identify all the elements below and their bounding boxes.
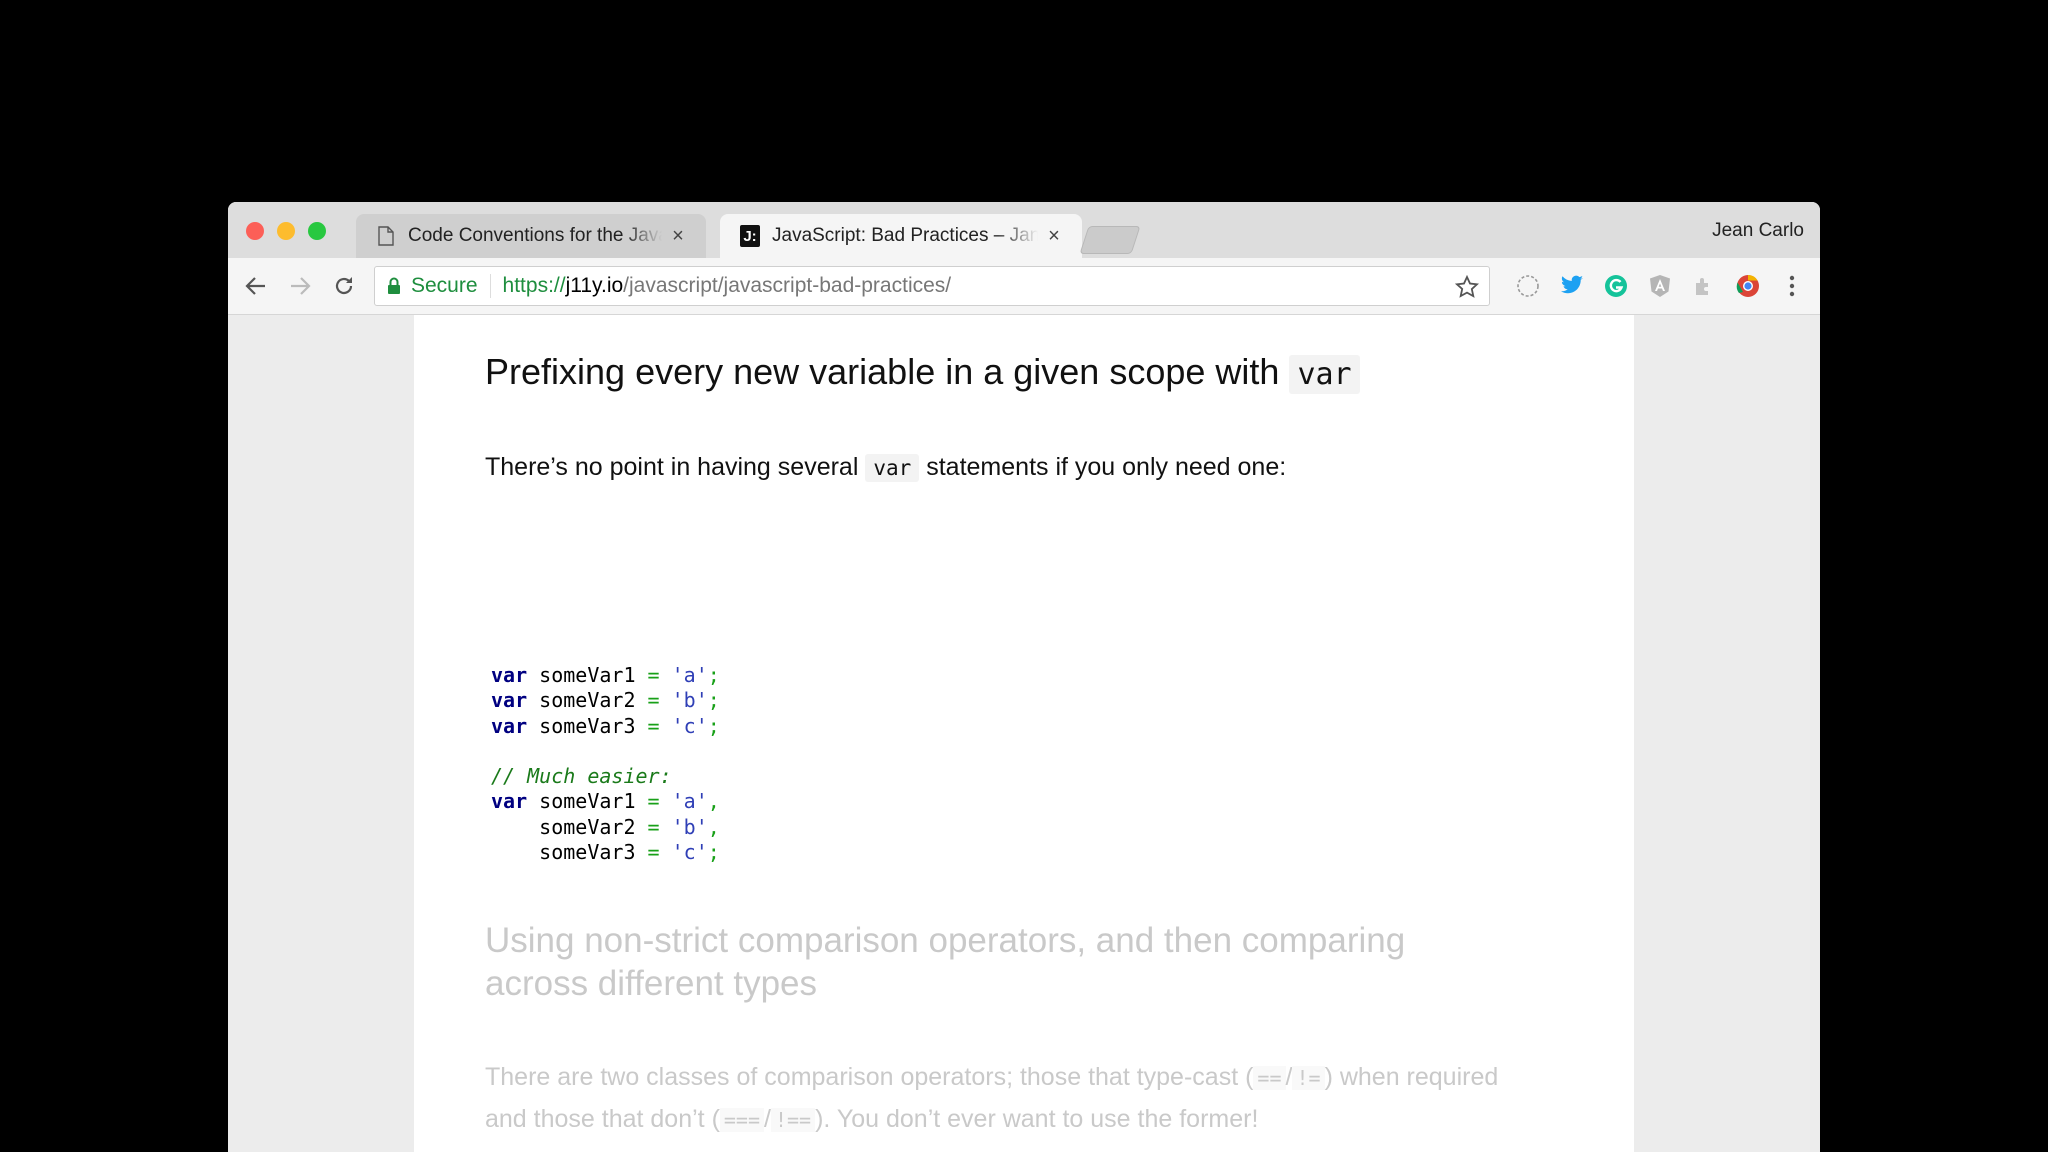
- address-bar[interactable]: Secure https://j11y.io/javascript/javasc…: [374, 266, 1490, 306]
- tab-title: Code Conventions for the JavaScript: [408, 225, 662, 246]
- j-favicon-icon: J:: [740, 225, 760, 247]
- window-minimize-button[interactable]: [277, 222, 295, 240]
- angular-icon[interactable]: [1646, 272, 1674, 300]
- page-viewport[interactable]: Prefixing every new variable in a given …: [228, 315, 1820, 1152]
- close-icon[interactable]: ×: [668, 225, 688, 248]
- more-menu-icon[interactable]: [1778, 272, 1806, 300]
- puzzle-extension-icon[interactable]: [1690, 272, 1718, 300]
- close-icon[interactable]: ×: [1044, 225, 1064, 248]
- tab-title: JavaScript: Bad Practices – Jan: [772, 225, 1038, 246]
- window-zoom-button[interactable]: [308, 222, 326, 240]
- next-section-heading: Using non-strict comparison operators, a…: [485, 921, 1406, 1003]
- profile-name[interactable]: Jean Carlo: [1712, 220, 1804, 242]
- tab-bad-practices[interactable]: J: JavaScript: Bad Practices – Jan ×: [720, 214, 1082, 258]
- circle-extension-icon[interactable]: [1514, 272, 1542, 300]
- secure-label[interactable]: Secure: [411, 274, 491, 298]
- page-content: Prefixing every new variable in a given …: [414, 315, 1634, 1152]
- section-paragraph: There’s no point in having several var s…: [485, 453, 1287, 482]
- grammarly-icon[interactable]: [1602, 272, 1630, 300]
- back-icon[interactable]: [240, 270, 272, 302]
- lock-icon[interactable]: [387, 277, 401, 295]
- new-tab-button[interactable]: [1079, 226, 1141, 254]
- code-block: var someVar1 = 'a'; var someVar2 = 'b'; …: [491, 663, 720, 865]
- tab-bar: Code Conventions for the JavaScript × J:…: [228, 202, 1820, 258]
- page-icon: [376, 225, 396, 247]
- next-section-paragraph: There are two classes of comparison oper…: [485, 1063, 1499, 1133]
- reload-icon[interactable]: [328, 270, 360, 302]
- url-text[interactable]: https://j11y.io/javascript/javascript-ba…: [491, 274, 952, 298]
- forward-icon[interactable]: [284, 270, 316, 302]
- browser-window: Code Conventions for the JavaScript × J:…: [228, 202, 1820, 1152]
- toolbar: Secure https://j11y.io/javascript/javasc…: [228, 258, 1820, 315]
- chrome-profile-icon[interactable]: [1734, 272, 1762, 300]
- bookmark-star-icon[interactable]: [1454, 274, 1480, 305]
- tab-code-conventions[interactable]: Code Conventions for the JavaScript ×: [356, 214, 706, 258]
- section-heading: Prefixing every new variable in a given …: [485, 351, 1360, 394]
- twitter-icon[interactable]: [1558, 272, 1586, 300]
- window-close-button[interactable]: [246, 222, 264, 240]
- inline-code: var: [865, 454, 920, 482]
- inline-code: var: [1289, 355, 1360, 394]
